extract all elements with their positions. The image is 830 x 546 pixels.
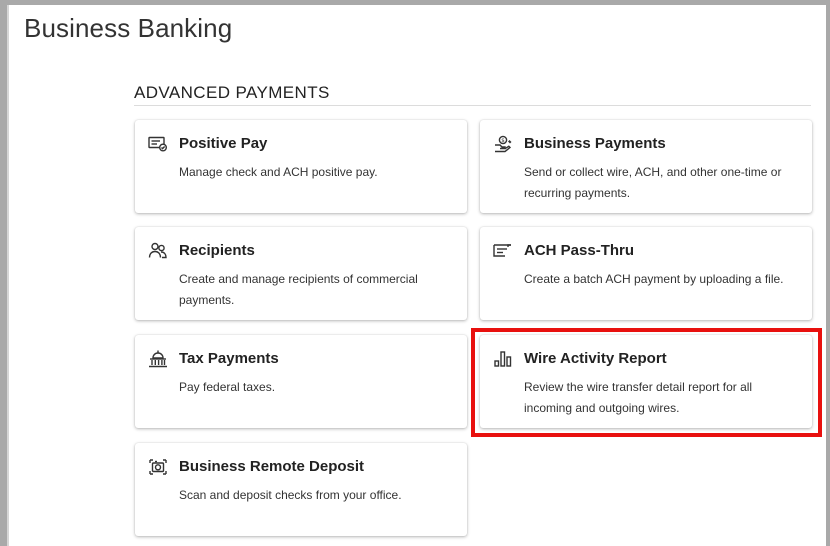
government-building-icon — [148, 350, 168, 368]
camera-icon — [148, 458, 168, 476]
wire-activity-report-card[interactable]: Wire Activity Report Review the wire tra… — [480, 335, 812, 428]
bar-chart-icon — [493, 350, 513, 368]
wire-activity-report-description: Review the wire transfer detail report f… — [524, 380, 753, 415]
check-list-icon — [148, 135, 168, 153]
window-right-edge — [826, 0, 830, 546]
positive-pay-card[interactable]: Positive Pay Manage check and ACH positi… — [135, 120, 467, 213]
ach-pass-thru-title: ACH Pass-Thru — [524, 242, 635, 259]
section-heading: ADVANCED PAYMENTS — [134, 83, 330, 102]
business-payments-description: Send or collect wire, ACH, and other one… — [524, 165, 782, 200]
business-payments-title: Business Payments — [524, 135, 666, 152]
wire-activity-report-title: Wire Activity Report — [524, 350, 667, 367]
tax-payments-description: Pay federal taxes. — [179, 380, 276, 394]
window-left-inner-edge — [7, 5, 9, 546]
page-title: Business Banking — [24, 13, 233, 43]
business-payments-card[interactable]: $ Business Payments Send or collect wire… — [480, 120, 812, 213]
positive-pay-title: Positive Pay — [179, 135, 268, 152]
recipients-description: Create and manage recipients of commerci… — [179, 272, 418, 307]
window-left-edge — [0, 0, 7, 546]
recipients-title: Recipients — [179, 242, 255, 259]
window-top-edge — [0, 0, 830, 5]
file-upload-icon — [493, 242, 513, 260]
tax-payments-title: Tax Payments — [179, 350, 279, 367]
ach-pass-thru-card[interactable]: ACH Pass-Thru Create a batch ACH payment… — [480, 227, 812, 320]
tax-payments-card[interactable]: Tax Payments Pay federal taxes. — [135, 335, 467, 428]
business-remote-deposit-card[interactable]: Business Remote Deposit Scan and deposit… — [135, 443, 467, 536]
ach-pass-thru-description: Create a batch ACH payment by uploading … — [524, 272, 784, 286]
svg-text:$: $ — [501, 138, 505, 144]
positive-pay-description: Manage check and ACH positive pay. — [179, 165, 378, 179]
business-remote-deposit-title: Business Remote Deposit — [179, 458, 365, 475]
recipients-card[interactable]: Recipients Create and manage recipients … — [135, 227, 467, 320]
section-divider — [134, 105, 811, 106]
people-icon — [148, 242, 168, 260]
money-transfer-icon: $ — [493, 135, 513, 153]
business-remote-deposit-description: Scan and deposit checks from your office… — [179, 488, 402, 502]
